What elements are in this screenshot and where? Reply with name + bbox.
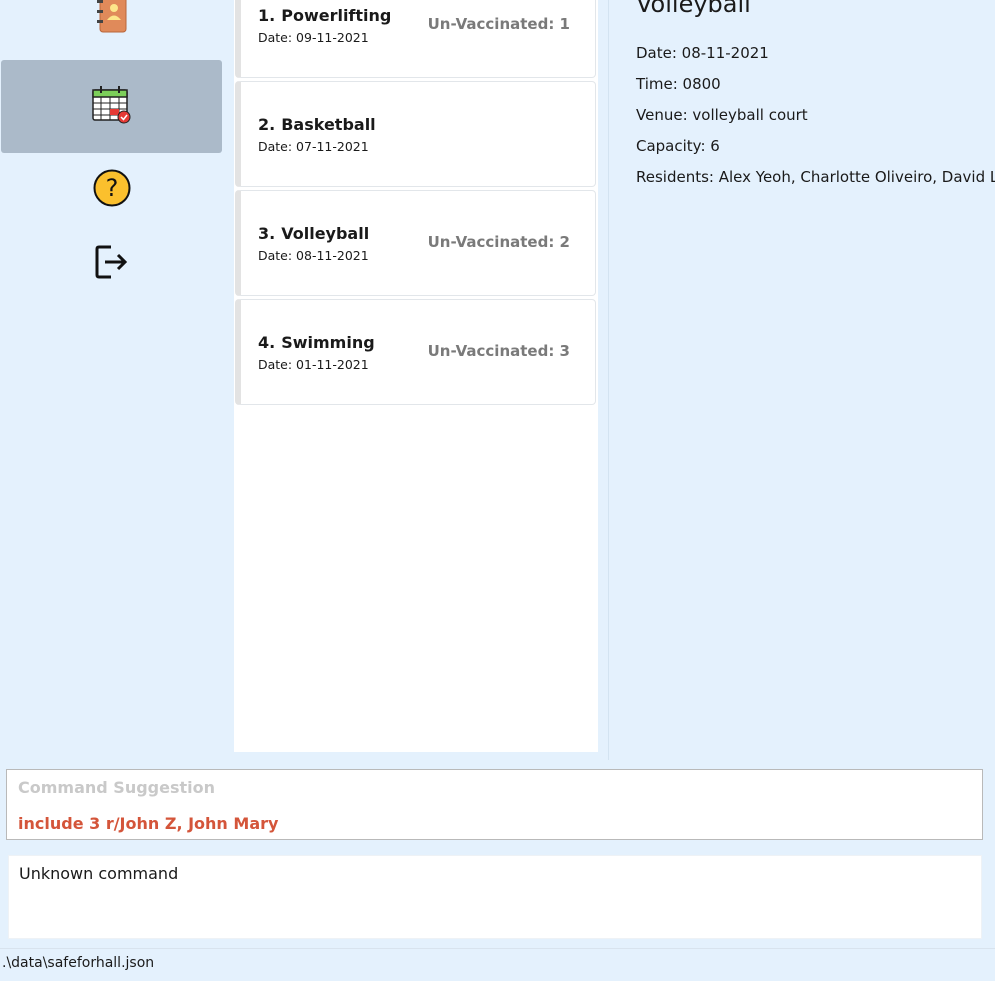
event-title: 4. Swimming <box>258 333 375 352</box>
result-display: Unknown command <box>8 855 982 939</box>
sidebar-item-residents[interactable] <box>1 0 222 40</box>
sidebar-item-events[interactable] <box>1 60 222 153</box>
event-detail-date: Date: 08-11-2021 <box>636 44 769 62</box>
calendar-icon <box>91 85 133 129</box>
event-date: Date: 07-11-2021 <box>258 139 369 154</box>
event-date: Date: 09-11-2021 <box>258 30 369 45</box>
address-book-icon <box>95 0 129 38</box>
command-suggestion: include 3 r/John Z, John Mary <box>18 814 279 833</box>
panel-divider <box>608 0 609 760</box>
sidebar-item-exit[interactable] <box>1 242 222 286</box>
unvaccinated-count: Un-Vaccinated: 3 <box>427 342 570 360</box>
data-file-path: .\data\safeforhall.json <box>2 955 155 971</box>
event-list[interactable]: 1. Powerlifting Date: 09-11-2021 Un-Vacci… <box>234 0 598 752</box>
event-detail-capacity: Capacity: 6 <box>636 137 720 155</box>
event-date: Date: 01-11-2021 <box>258 357 369 372</box>
unvaccinated-count: Un-Vaccinated: 1 <box>427 15 570 33</box>
event-card[interactable]: 2. Basketball Date: 07-11-2021 <box>235 81 596 187</box>
unvaccinated-count: Un-Vaccinated: 2 <box>427 233 570 251</box>
status-bar: .\data\safeforhall.json <box>0 948 995 981</box>
event-card[interactable]: 1. Powerlifting Date: 09-11-2021 Un-Vacci… <box>235 0 596 78</box>
event-detail-residents: Residents: Alex Yeoh, Charlotte Oliveiro… <box>636 168 995 186</box>
event-detail-time: Time: 0800 <box>636 75 721 93</box>
sidebar-item-help[interactable]: ? <box>1 166 222 214</box>
sidebar: ? <box>0 0 224 760</box>
event-card[interactable]: 3. Volleyball Date: 08-11-2021 Un-Vaccina… <box>235 190 596 296</box>
command-placeholder: Command Suggestion <box>18 778 215 797</box>
svg-text:?: ? <box>105 174 118 202</box>
event-title: 2. Basketball <box>258 115 376 134</box>
event-date: Date: 08-11-2021 <box>258 248 369 263</box>
event-card[interactable]: 4. Swimming Date: 01-11-2021 Un-Vaccinate… <box>235 299 596 405</box>
event-title: 1. Powerlifting <box>258 6 392 25</box>
result-text: Unknown command <box>19 864 179 883</box>
event-detail-venue: Venue: volleyball court <box>636 106 808 124</box>
exit-icon <box>93 243 131 285</box>
command-box[interactable]: Command Suggestion include 3 r/John Z, J… <box>6 769 983 840</box>
event-detail-title: Volleyball <box>636 0 751 18</box>
help-icon: ? <box>92 168 132 212</box>
event-title: 3. Volleyball <box>258 224 370 243</box>
